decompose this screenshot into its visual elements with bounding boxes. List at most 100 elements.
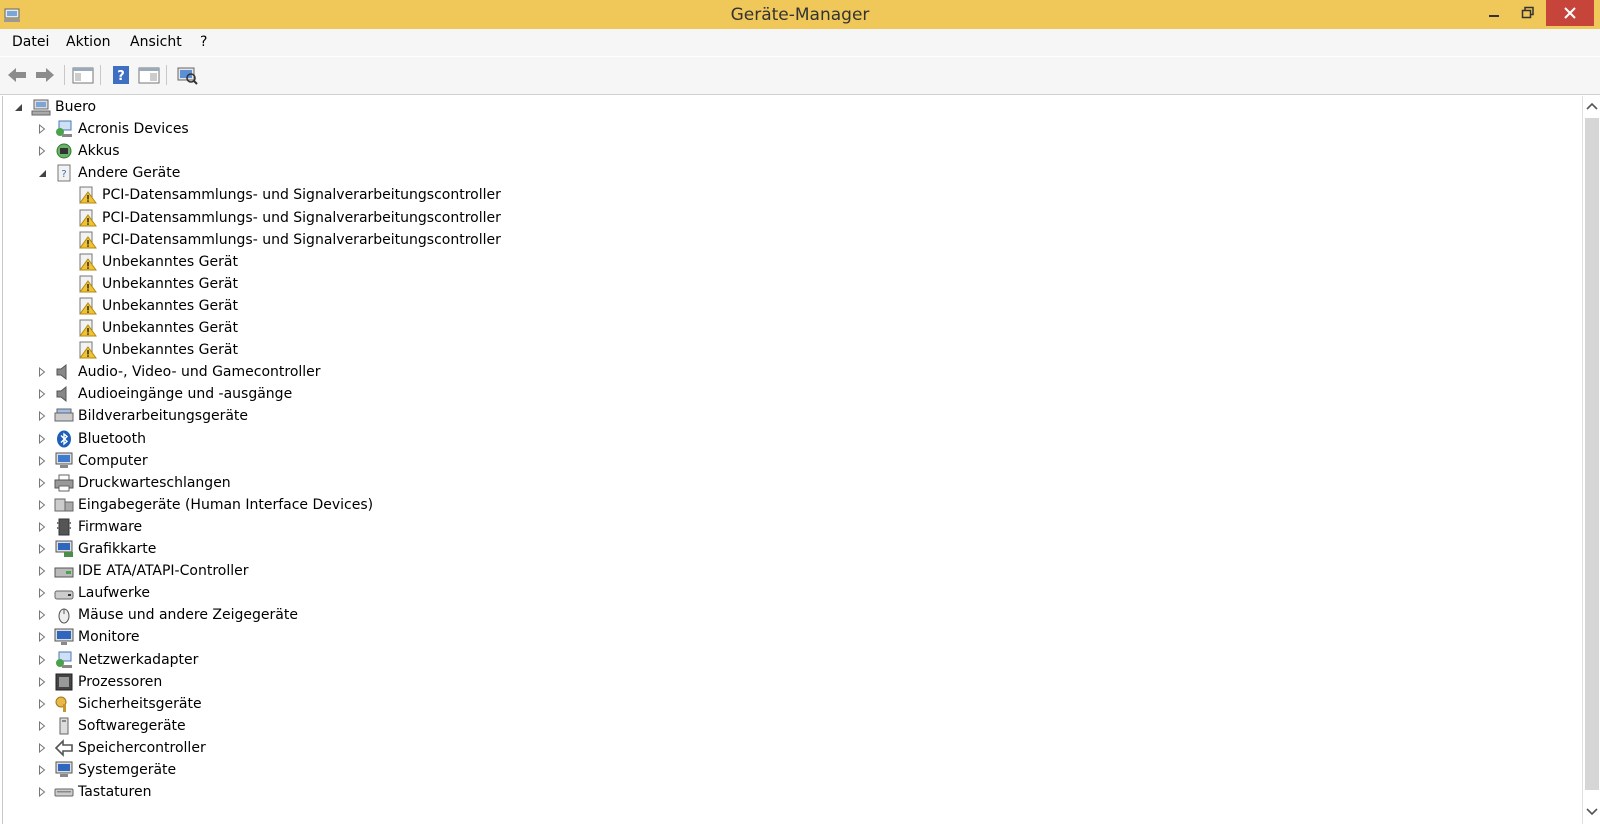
tree-item-label: Druckwarteschlangen (78, 475, 231, 491)
tree-category[interactable]: Firmware (54, 516, 142, 538)
tree-item-label: Acronis Devices (78, 121, 189, 137)
expand-toggle-icon[interactable] (37, 655, 47, 665)
expand-toggle-icon[interactable] (37, 544, 47, 554)
collapse-toggle-icon[interactable] (37, 168, 47, 178)
tree-category[interactable]: Grafikkarte (54, 538, 156, 560)
tree-category[interactable]: Computer (54, 450, 148, 472)
properties-button[interactable] (138, 65, 160, 85)
title-bar: Geräte-Manager (0, 0, 1600, 29)
expand-toggle-icon[interactable] (37, 765, 47, 775)
tree-category[interactable]: Softwaregeräte (54, 715, 186, 737)
scan-hardware-button[interactable] (176, 65, 198, 85)
back-button[interactable] (6, 65, 28, 85)
scroll-up-button[interactable] (1583, 98, 1600, 114)
expand-toggle-icon[interactable] (37, 632, 47, 642)
tree-device[interactable]: PCI-Datensammlungs- und Signalverarbeitu… (78, 207, 501, 229)
tree-item-label: Audio-, Video- und Gamecontroller (78, 364, 321, 380)
menu-help[interactable]: ? (200, 34, 207, 50)
show-hide-console-tree-button[interactable] (72, 65, 94, 85)
close-button[interactable] (1546, 0, 1594, 26)
chevron-up-icon (1586, 102, 1598, 110)
expand-toggle-icon[interactable] (37, 721, 47, 731)
tree-device[interactable]: Unbekanntes Gerät (78, 317, 238, 339)
tree-category[interactable]: Mäuse und andere Zeigegeräte (54, 604, 298, 626)
expand-toggle-icon[interactable] (37, 434, 47, 444)
tree-category[interactable]: Netzwerkadapter (54, 649, 198, 671)
hid-icon (54, 496, 74, 514)
minimize-icon (1489, 15, 1499, 17)
unknown-device-warning-icon (78, 297, 98, 315)
restore-button[interactable] (1512, 0, 1544, 26)
vertical-scrollbar[interactable] (1582, 96, 1600, 824)
tree-category[interactable]: Bildverarbeitungsgeräte (54, 405, 248, 427)
expand-toggle-icon[interactable] (37, 367, 47, 377)
device-tree[interactable]: Buero Acronis Devices Akkus? Andere Geräte P… (2, 96, 1581, 824)
scroll-down-button[interactable] (1583, 804, 1600, 820)
speaker-icon (54, 363, 74, 381)
tree-item-label: Firmware (78, 519, 143, 535)
expand-toggle-icon[interactable] (37, 677, 47, 687)
tree-category[interactable]: Sicherheitsgeräte (54, 693, 202, 715)
tree-category[interactable]: Monitore (54, 626, 140, 648)
tree-category[interactable]: Tastaturen (54, 781, 151, 803)
tree-item-label: Unbekanntes Gerät (102, 342, 238, 358)
expand-toggle-icon[interactable] (37, 500, 47, 510)
tree-category[interactable]: Speichercontroller (54, 737, 206, 759)
tree-device[interactable]: PCI-Datensammlungs- und Signalverarbeitu… (78, 184, 501, 206)
tree-item-label: Unbekanntes Gerät (102, 276, 238, 292)
menu-ansicht[interactable]: Ansicht (130, 34, 182, 50)
expand-toggle-icon[interactable] (37, 389, 47, 399)
software-device-icon (54, 717, 74, 735)
tree-category[interactable]: Akkus (54, 140, 120, 162)
chevron-down-icon (1586, 808, 1598, 816)
tree-category[interactable]: Audio-, Video- und Gamecontroller (54, 361, 321, 383)
menu-datei[interactable]: Datei (12, 34, 49, 50)
tree-category[interactable]: Acronis Devices (54, 118, 189, 140)
scrollbar-thumb[interactable] (1585, 118, 1599, 790)
tree-category[interactable]: IDE ATA/ATAPI-Controller (54, 560, 248, 582)
tree-device[interactable]: Unbekanntes Gerät (78, 295, 238, 317)
expand-toggle-icon[interactable] (37, 566, 47, 576)
tree-category[interactable]: Audioeingänge und -ausgänge (54, 383, 292, 405)
expand-toggle-icon[interactable] (37, 411, 47, 421)
tree-category[interactable]: Laufwerke (54, 582, 150, 604)
expand-toggle-icon[interactable] (37, 588, 47, 598)
expand-toggle-icon[interactable] (37, 743, 47, 753)
toolbar-separator (100, 65, 101, 85)
toolbar-separator (166, 65, 167, 85)
display-adapter-icon (54, 540, 74, 558)
menu-bar: Datei Aktion Ansicht ? (0, 29, 1600, 56)
tree-category[interactable]: Eingabegeräte (Human Interface Devices) (54, 494, 373, 516)
tree-device[interactable]: Unbekanntes Gerät (78, 273, 238, 295)
collapse-toggle-icon[interactable] (13, 102, 23, 112)
expand-toggle-icon[interactable] (37, 146, 47, 156)
battery-icon (54, 142, 74, 160)
svg-text:?: ? (117, 69, 125, 84)
expand-toggle-icon[interactable] (37, 522, 47, 532)
tree-item-label: PCI-Datensammlungs- und Signalverarbeitu… (102, 232, 501, 248)
expand-toggle-icon[interactable] (37, 478, 47, 488)
menu-aktion[interactable]: Aktion (66, 34, 111, 50)
tree-category[interactable]: Bluetooth (54, 428, 146, 450)
expand-toggle-icon[interactable] (37, 610, 47, 620)
expand-toggle-icon[interactable] (37, 787, 47, 797)
restore-icon (1521, 6, 1534, 19)
ide-controller-icon (54, 562, 74, 580)
tree-category[interactable]: Systemgeräte (54, 759, 176, 781)
tree-device[interactable]: Unbekanntes Gerät (78, 251, 238, 273)
storage-controller-icon (54, 739, 74, 757)
tree-category[interactable]: Prozessoren (54, 671, 162, 693)
tree-root[interactable]: Buero (31, 96, 96, 118)
tree-device[interactable]: PCI-Datensammlungs- und Signalverarbeitu… (78, 229, 501, 251)
minimize-button[interactable] (1478, 0, 1510, 26)
expand-toggle-icon[interactable] (37, 124, 47, 134)
tree-category[interactable]: ? Andere Geräte (54, 162, 180, 184)
expand-toggle-icon[interactable] (37, 456, 47, 466)
help-button[interactable]: ? (110, 65, 132, 85)
tree-device[interactable]: Unbekanntes Gerät (78, 339, 238, 361)
mouse-icon (54, 606, 74, 624)
expand-toggle-icon[interactable] (37, 699, 47, 709)
tree-category[interactable]: Druckwarteschlangen (54, 472, 231, 494)
forward-button[interactable] (34, 65, 56, 85)
tree-item-label: Systemgeräte (78, 762, 177, 778)
